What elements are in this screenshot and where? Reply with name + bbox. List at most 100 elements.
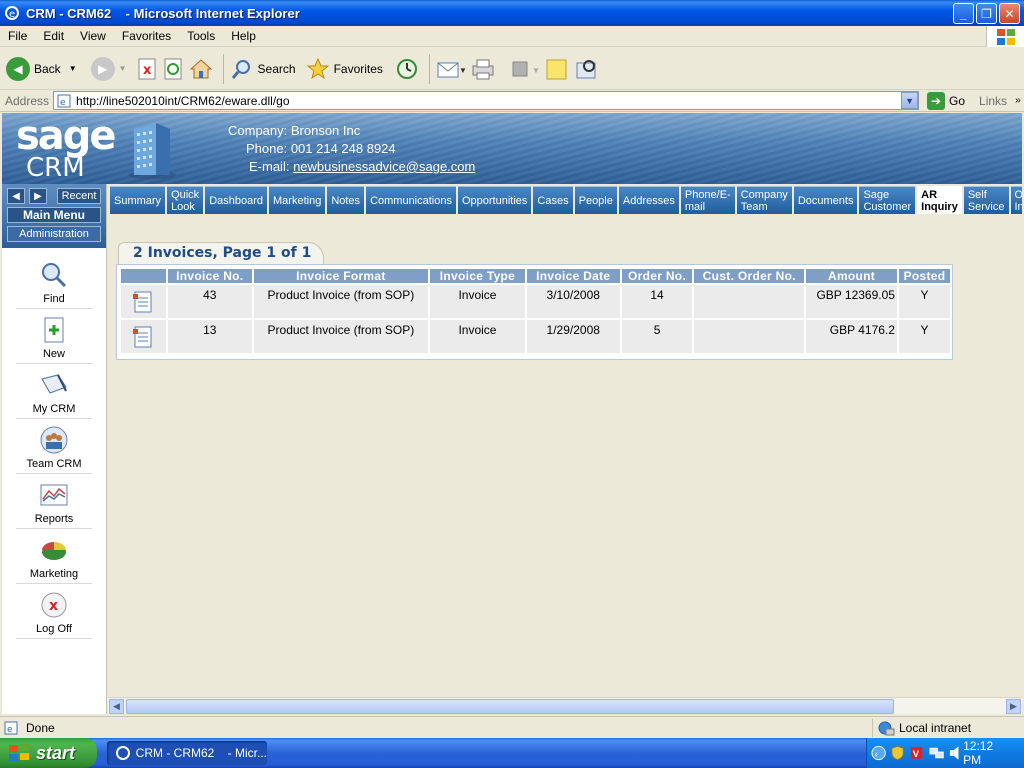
go-arrow-icon: ➔	[927, 91, 946, 110]
svg-text:V: V	[913, 749, 920, 760]
research-icon	[576, 59, 596, 78]
window-title-bar[interactable]: e CRM - CRM62 - Microsoft Internet Explo…	[0, 0, 1024, 26]
research-button[interactable]	[574, 52, 600, 86]
tab-sage-customer[interactable]: Sage Customer	[859, 186, 916, 214]
recent-button[interactable]: Recent	[57, 188, 101, 204]
tab-addresses[interactable]: Addresses	[618, 186, 679, 214]
invoice-document-icon	[133, 326, 152, 347]
window-title: CRM - CRM62 - Microsoft Internet Explore…	[26, 5, 300, 21]
horizontal-scrollbar[interactable]: ◀ ▶	[108, 697, 1022, 714]
mail-button[interactable]: ▼	[436, 52, 466, 86]
col-amount[interactable]: Amount	[806, 269, 897, 283]
forward-button[interactable]: ▶ ▼	[81, 52, 127, 86]
email-link[interactable]: newbusinessadvice@sage.com	[293, 159, 475, 174]
tab-ar-inquiry[interactable]: AR Inquiry	[917, 186, 962, 214]
maximize-button[interactable]: ❐	[976, 3, 997, 24]
address-field[interactable]: e ▼	[53, 91, 920, 110]
back-dropdown-icon[interactable]: ▼	[69, 64, 77, 73]
network-icon[interactable]	[929, 745, 944, 761]
col-posted[interactable]: Posted	[898, 269, 950, 283]
table-row[interactable]: 13 Product Invoice (from SOP) Invoice 1/…	[121, 320, 950, 353]
edit-button[interactable]: ▼	[510, 52, 540, 86]
col-invoice-no[interactable]: Invoice No.	[167, 269, 252, 283]
tab-documents[interactable]: Documents	[793, 186, 858, 214]
taskbar-ie-window[interactable]: CRM - CRM62 - Micr...	[107, 741, 267, 765]
tab-communications[interactable]: Communications	[366, 186, 456, 214]
nav-forward-button[interactable]: ▶	[29, 188, 47, 204]
tab-quick-look[interactable]: Quick Look	[167, 186, 204, 214]
col-cust-order-no[interactable]: Cust. Order No.	[694, 269, 805, 283]
links-button[interactable]: Links	[979, 94, 1007, 108]
go-button[interactable]: ➔ Go	[927, 91, 965, 110]
scroll-right-button[interactable]: ▶	[1006, 699, 1021, 714]
cell-posted: Y	[898, 320, 950, 353]
search-button[interactable]: Search	[230, 52, 296, 86]
administration-button[interactable]: Administration	[7, 226, 101, 242]
tab-summary[interactable]: Summary	[110, 186, 166, 214]
team-icon	[40, 426, 68, 454]
tab-cases[interactable]: Cases	[533, 186, 573, 214]
nav-new[interactable]: New	[16, 309, 92, 364]
row-icon-cell[interactable]	[121, 320, 166, 353]
menu-help[interactable]: Help	[223, 29, 264, 43]
clock[interactable]: 12:12 PM	[963, 739, 1012, 767]
forward-dropdown-icon[interactable]: ▼	[119, 64, 127, 73]
nav-marketing[interactable]: Marketing	[16, 529, 92, 584]
table-row[interactable]: 43 Product Invoice (from SOP) Invoice 3/…	[121, 285, 950, 318]
col-invoice-date[interactable]: Invoice Date	[526, 269, 620, 283]
tab-self-service[interactable]: Self Service	[963, 186, 1009, 214]
main-menu-button[interactable]: Main Menu	[7, 207, 101, 223]
nav-reports[interactable]: Reports	[16, 474, 92, 529]
refresh-icon	[164, 58, 182, 79]
nav-find-label: Find	[43, 293, 65, 305]
tab-notes[interactable]: Notes	[327, 186, 365, 214]
col-order-no[interactable]: Order No.	[621, 269, 693, 283]
url-input[interactable]	[76, 93, 902, 108]
tab-opportunities[interactable]: Opportunities	[457, 186, 532, 214]
tab-people[interactable]: People	[574, 186, 617, 214]
address-dropdown-icon[interactable]: ▼	[901, 92, 919, 109]
col-invoice-format[interactable]: Invoice Format	[253, 269, 429, 283]
tab-phone-e-mail[interactable]: Phone/E- mail	[680, 186, 735, 214]
tray-arrow-icon[interactable]: ‹	[871, 745, 886, 761]
nav-find[interactable]: Find	[16, 254, 92, 309]
links-chevron-icon[interactable]: »	[1015, 95, 1021, 106]
volume-icon[interactable]	[948, 745, 963, 761]
nav-log-off[interactable]: x Log Off	[16, 584, 92, 639]
row-icon-cell[interactable]	[121, 285, 166, 318]
menu-tools[interactable]: Tools	[179, 29, 223, 43]
menu-edit[interactable]: Edit	[35, 29, 72, 43]
menu-favorites[interactable]: Favorites	[114, 29, 179, 43]
favorites-button[interactable]: Favorites	[306, 52, 383, 86]
new-document-icon	[44, 317, 64, 343]
close-button[interactable]: ✕	[999, 3, 1020, 24]
stop-icon: x	[138, 58, 156, 79]
nav-team-crm[interactable]: Team CRM	[16, 419, 92, 474]
shield-icon[interactable]	[890, 745, 905, 761]
icon-column-header	[121, 269, 166, 283]
notes-button[interactable]	[544, 52, 570, 86]
home-button[interactable]	[189, 52, 213, 86]
nav-back-button[interactable]: ◀	[7, 188, 25, 204]
scroll-left-button[interactable]: ◀	[109, 699, 124, 714]
company-email: E-mail: newbusinessadvice@sage.com	[228, 158, 475, 176]
history-button[interactable]	[395, 52, 419, 86]
antivirus-icon[interactable]: V	[909, 745, 924, 761]
star-icon	[306, 57, 329, 79]
nav-my-crm[interactable]: My CRM	[16, 364, 92, 419]
tab-o-in[interactable]: O In	[1010, 186, 1022, 214]
col-invoice-type[interactable]: Invoice Type	[430, 269, 525, 283]
start-button[interactable]: start	[0, 738, 97, 768]
back-button[interactable]: ◀ Back ▼	[6, 52, 77, 86]
print-button[interactable]	[470, 52, 496, 86]
stop-button[interactable]: x	[137, 52, 159, 86]
reports-chart-icon	[40, 484, 68, 506]
tab-dashboard[interactable]: Dashboard	[205, 186, 268, 214]
menu-file[interactable]: File	[0, 29, 35, 43]
menu-view[interactable]: View	[72, 29, 114, 43]
refresh-button[interactable]	[163, 52, 185, 86]
scrollbar-thumb[interactable]	[126, 699, 894, 714]
tab-marketing[interactable]: Marketing	[269, 186, 326, 214]
minimize-button[interactable]: _	[953, 3, 974, 24]
tab-company-team[interactable]: Company Team	[736, 186, 792, 214]
